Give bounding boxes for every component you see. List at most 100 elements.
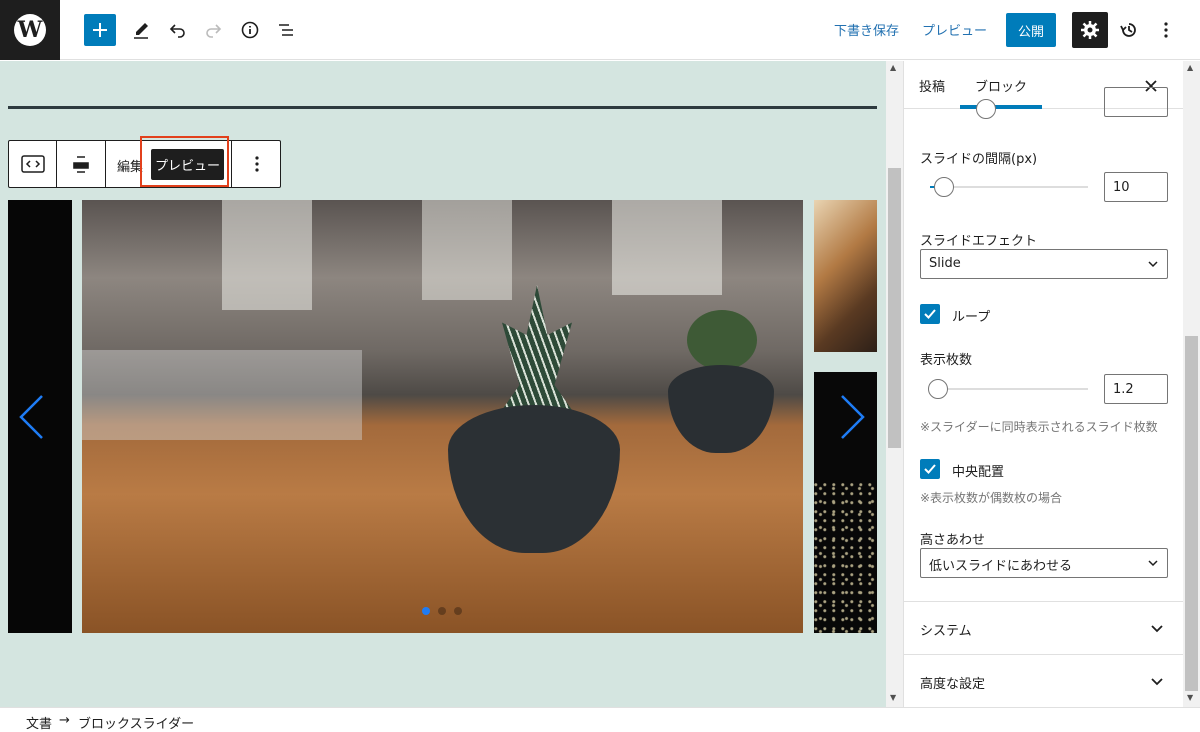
preview-highlight-frame: プレビュー: [140, 136, 229, 187]
top-toolbar: W 下書き保存 プレビュー 公開: [0, 0, 1200, 60]
breadcrumb-current[interactable]: ブロックスライダー: [78, 713, 194, 732]
list-view-button[interactable]: [270, 14, 302, 46]
block-type-button[interactable]: [9, 141, 56, 187]
slide-effect-value: Slide: [929, 256, 961, 271]
undo-button[interactable]: [162, 14, 194, 46]
revisions-button[interactable]: [1113, 14, 1145, 46]
panel-advanced[interactable]: 高度な設定: [904, 654, 1183, 707]
toolbar-divider: [105, 141, 106, 187]
slider-prev-arrow[interactable]: [18, 394, 44, 440]
canvas-scrollbar[interactable]: ▲ ▼: [886, 61, 903, 707]
range-knob-partial[interactable]: [976, 99, 996, 119]
history-icon: [1120, 23, 1136, 37]
height-match-label: 高さあわせ: [920, 533, 986, 548]
block-options-button[interactable]: [232, 141, 281, 187]
slider-dot[interactable]: [438, 607, 446, 615]
scroll-down-icon[interactable]: ▼: [890, 693, 896, 702]
slide-current-image: [82, 200, 803, 633]
center-help: ※表示枚数が偶数枚の場合: [920, 491, 1063, 505]
image-window: [612, 200, 722, 295]
list-view-icon: [279, 24, 293, 36]
image-pot-large: [448, 405, 620, 553]
image-background-shelf: [82, 350, 362, 440]
center-checkbox[interactable]: [920, 459, 940, 479]
display-count-track[interactable]: [930, 388, 1088, 390]
pencil-icon: [134, 23, 148, 39]
active-tab-indicator: [960, 105, 1042, 109]
chevron-down-icon: [1151, 625, 1163, 633]
redo-button[interactable]: [197, 14, 229, 46]
chevron-right-icon: [841, 395, 865, 439]
height-match-value: 低いスライドにあわせる: [929, 559, 1073, 574]
chevron-down-icon: [1151, 678, 1163, 686]
gear-icon: [1081, 21, 1099, 39]
details-button[interactable]: [234, 14, 266, 46]
slide-gap-slider[interactable]: [934, 177, 954, 197]
slide-effect-label: スライドエフェクト: [920, 234, 1038, 249]
slider-next-arrow[interactable]: [840, 394, 866, 440]
scroll-up-icon[interactable]: ▲: [1187, 63, 1193, 72]
slide-effect-select[interactable]: Slide: [920, 249, 1168, 279]
editor-canvas[interactable]: 編集 プレビュー: [0, 61, 886, 707]
scroll-down-icon[interactable]: ▼: [1187, 693, 1193, 702]
tools-button[interactable]: [125, 14, 157, 46]
plus-icon: [93, 23, 107, 37]
slide-gap-label: スライドの間隔(px): [920, 152, 1038, 167]
align-button[interactable]: [57, 141, 105, 187]
slider-pagination: [422, 607, 462, 615]
publish-button[interactable]: 公開: [1006, 13, 1056, 47]
height-match-select[interactable]: 低いスライドにあわせる: [920, 548, 1168, 578]
save-draft-button[interactable]: 下書き保存: [834, 20, 899, 39]
scroll-up-icon[interactable]: ▲: [890, 63, 896, 72]
wordpress-icon: W: [14, 14, 46, 46]
wordpress-logo-button[interactable]: W: [0, 0, 60, 60]
image-plant-succulent: [502, 285, 572, 410]
more-vertical-icon: [1164, 22, 1168, 38]
options-button[interactable]: [1150, 14, 1182, 46]
panel-system-title: システム: [920, 624, 972, 639]
image-lights: [814, 482, 877, 633]
code-block-icon: [20, 155, 45, 173]
preview-mode-button[interactable]: プレビュー: [151, 149, 224, 180]
slide-gap-input[interactable]: 10: [1104, 172, 1168, 202]
breadcrumb-root[interactable]: 文書: [26, 713, 52, 732]
image-pot-small: [668, 365, 774, 453]
undo-icon: [169, 24, 185, 38]
panel-system[interactable]: システム: [904, 601, 1183, 654]
chevron-down-icon: [1148, 560, 1158, 567]
sidebar-scrollbar[interactable]: ▲ ▼: [1183, 61, 1200, 707]
separator-block[interactable]: [8, 106, 877, 109]
settings-sidebar: 投稿 ブロック スライドの間隔(px) 10 スライドエフェクト Slide ル…: [903, 61, 1183, 707]
block-toolbar: 編集 プレビュー: [8, 136, 281, 188]
chevron-down-icon: [1148, 261, 1158, 268]
image-window: [222, 200, 312, 310]
loop-checkbox[interactable]: [920, 304, 940, 324]
slide-next-top: [814, 200, 877, 352]
display-count-input[interactable]: 1.2: [1104, 374, 1168, 404]
more-vertical-icon: [254, 156, 259, 172]
add-block-button[interactable]: [84, 14, 116, 46]
slider-dot[interactable]: [422, 607, 430, 615]
number-input-partial[interactable]: [1104, 87, 1168, 117]
settings-button[interactable]: [1072, 12, 1108, 48]
display-count-label: 表示枚数: [920, 353, 973, 368]
checkmark-icon: [924, 309, 936, 319]
preview-button[interactable]: プレビュー: [922, 20, 987, 39]
tab-post[interactable]: 投稿: [919, 76, 945, 95]
align-center-icon: [73, 156, 89, 173]
scrollbar-thumb[interactable]: [1185, 336, 1198, 691]
redo-icon: [206, 24, 222, 38]
display-count-help: ※スライダーに同時表示されるスライド枚数: [920, 420, 1158, 434]
panel-advanced-title: 高度な設定: [920, 677, 986, 692]
tab-block[interactable]: ブロック: [975, 76, 1027, 95]
center-label: 中央配置: [952, 465, 1005, 480]
image-plant-small: [687, 310, 757, 370]
breadcrumb-separator: →: [59, 713, 70, 728]
chevron-left-icon: [19, 395, 43, 439]
loop-label: ループ: [952, 310, 991, 325]
info-icon: [241, 21, 259, 39]
scrollbar-thumb[interactable]: [888, 168, 901, 448]
slider-dot[interactable]: [454, 607, 462, 615]
display-count-slider[interactable]: [928, 379, 948, 399]
checkmark-icon: [924, 464, 936, 474]
